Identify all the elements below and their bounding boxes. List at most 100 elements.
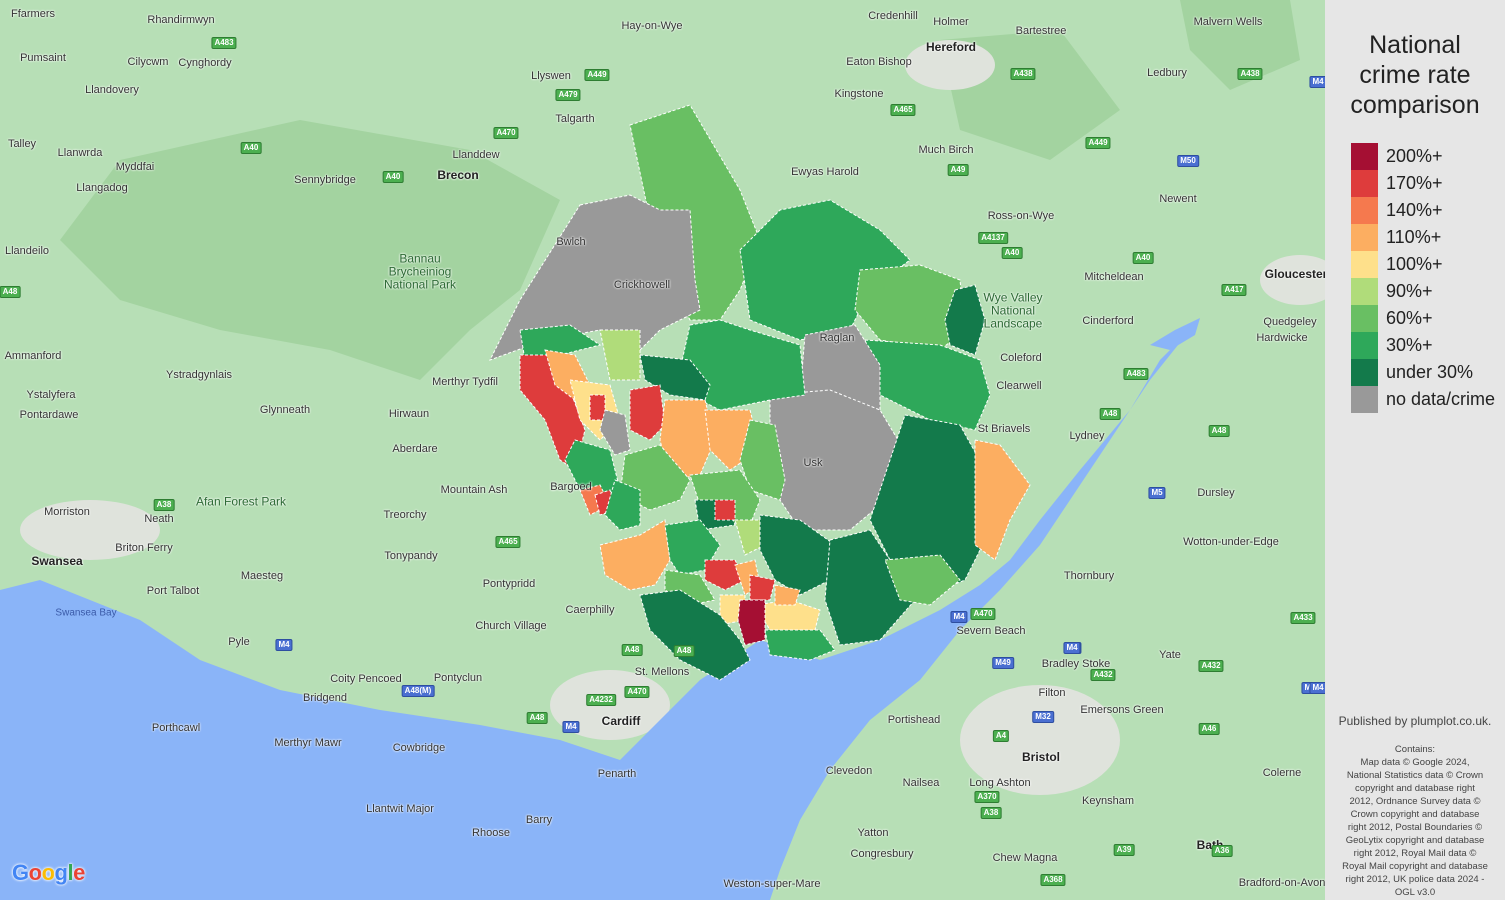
place-label: Usk xyxy=(803,457,823,469)
place-label: Wye Valley National Landscape xyxy=(983,290,1043,331)
place-label: Long Ashton xyxy=(969,777,1031,789)
road-shield: A4232 xyxy=(586,694,616,706)
place-label: Rhoose xyxy=(472,827,510,839)
place-label: Severn Beach xyxy=(956,625,1026,637)
legend-swatch xyxy=(1351,143,1378,170)
road-shield: M4 xyxy=(1063,642,1081,654)
road-shield: M4 xyxy=(562,721,580,733)
attribution-line: GeoLytix copyright and database xyxy=(1345,835,1485,846)
attribution-text: Contains: Map data © Google 2024, National… xyxy=(1330,743,1500,899)
legend-label: 100%+ xyxy=(1386,254,1443,274)
road-shield: A483 xyxy=(211,37,237,49)
place-label: Glynneath xyxy=(259,404,311,416)
road-shield: A449 xyxy=(1085,137,1111,149)
place-label: Weston-super-Mare xyxy=(723,878,821,890)
place-label: Morriston xyxy=(44,506,90,518)
place-label: Malvern Wells xyxy=(1193,16,1263,28)
road-shield: A417 xyxy=(1221,284,1247,296)
basemap[interactable]: Ffarmers Rhandirmwyn Hay-on-Wye Credenhill H… xyxy=(0,0,1325,900)
place-label: Talley xyxy=(7,138,37,150)
place-label: Yate xyxy=(1159,649,1181,661)
road-shield: M49 xyxy=(992,657,1014,669)
place-label: Llanwrda xyxy=(57,147,103,159)
region-170[interactable] xyxy=(589,394,606,421)
published-credit[interactable]: Published by plumplot.co.uk. xyxy=(1325,714,1505,728)
place-label: Bartestree xyxy=(1015,25,1067,37)
legend-item: 60%+ xyxy=(1351,305,1495,332)
road-shield: A465 xyxy=(495,536,521,548)
place-label: Llangadog xyxy=(76,182,128,194)
legend-label: 110%+ xyxy=(1386,227,1442,247)
place-label: Bwlch xyxy=(556,236,586,248)
legend-label: 170%+ xyxy=(1386,173,1443,193)
place-label: St Briavels xyxy=(977,423,1031,435)
road-shield: A438 xyxy=(1237,68,1263,80)
place-label: Clearwell xyxy=(996,380,1042,392)
road-shield: A432 xyxy=(1090,669,1116,681)
google-logo-letter: G xyxy=(12,860,29,885)
place-label: Pontardawe xyxy=(19,409,79,421)
region-170[interactable] xyxy=(714,499,736,521)
place-label: Credenhill xyxy=(868,10,918,22)
place-label: Cilycwm xyxy=(127,56,169,68)
place-label: Pontypridd xyxy=(482,578,536,590)
place-label: Merthyr Tydfil xyxy=(432,376,498,388)
place-label: Clevedon xyxy=(825,765,873,777)
legend-label: 90%+ xyxy=(1386,281,1433,301)
legend-label: 30%+ xyxy=(1386,335,1433,355)
place-label: Ross-on-Wye xyxy=(987,210,1055,222)
place-label: Bargoed xyxy=(550,481,592,493)
road-shield: A46 xyxy=(1198,723,1220,735)
attribution-line: National Statistics data © Crown xyxy=(1346,770,1484,781)
place-label: Hay-on-Wye xyxy=(621,20,683,32)
place-label: Rhandirmwyn xyxy=(147,14,215,26)
road-shield: M4 xyxy=(950,611,968,623)
legend-swatch xyxy=(1351,278,1378,305)
road-shield: M5 xyxy=(1148,487,1166,499)
place-label: Merthyr Mawr xyxy=(274,737,342,749)
place-label: Newent xyxy=(1159,193,1197,205)
region-170[interactable] xyxy=(749,574,776,601)
place-label: Wotton-under-Edge xyxy=(1183,536,1279,548)
legend-swatch xyxy=(1351,305,1378,332)
road-shield: A40 xyxy=(1132,252,1154,264)
place-label: Bradford-on-Avon xyxy=(1238,877,1325,889)
legend-item: 30%+ xyxy=(1351,332,1495,359)
road-shield: A48 xyxy=(0,286,21,298)
legend-title-line: comparison xyxy=(1350,91,1480,119)
place-label: Bridgend xyxy=(302,692,348,704)
place-label: Llandeilo xyxy=(4,245,50,257)
legend-title-line: crime rate xyxy=(1359,61,1471,89)
road-shield: M50 xyxy=(1177,155,1199,167)
road-shield: A40 xyxy=(240,142,262,154)
place-label: Llantwit Major xyxy=(366,803,434,815)
place-label: Cynghordy xyxy=(178,57,232,69)
legend-title-line: National xyxy=(1369,31,1461,59)
google-logo-letter: o xyxy=(28,860,42,885)
legend-item: 200%+ xyxy=(1351,143,1495,170)
place-label: Cowbridge xyxy=(392,742,446,754)
road-shield: A4137 xyxy=(978,232,1008,244)
legend-item: 90%+ xyxy=(1351,278,1495,305)
place-label: Dursley xyxy=(1197,487,1235,499)
road-shield: A470 xyxy=(970,608,996,620)
road-shield: A48 xyxy=(621,644,643,656)
place-label: Ystalyfera xyxy=(26,389,76,401)
road-shield: A40 xyxy=(1001,247,1023,259)
place-label: Porthcawl xyxy=(151,722,201,734)
legend-title: National crime rate comparison xyxy=(1325,30,1505,120)
place-label: Crickhowell xyxy=(613,279,671,291)
legend-label: 140%+ xyxy=(1386,200,1443,220)
place-label: Church Village xyxy=(475,620,547,632)
place-label: Coleford xyxy=(1000,352,1042,364)
legend-list: 200%+ 170%+ 140%+ 110%+ 100%+ 90%+ 60%+ 30%+ und… xyxy=(1351,143,1495,413)
attribution-line: Crown copyright and database xyxy=(1350,809,1480,820)
place-label: Treorchy xyxy=(383,509,427,521)
road-shield: A48 xyxy=(1208,425,1230,437)
place-label: Hirwaun xyxy=(388,408,430,420)
place-label: Colerne xyxy=(1262,767,1302,779)
place-label: Thornbury xyxy=(1063,570,1115,582)
road-shield: A432 xyxy=(1198,660,1224,672)
place-label: Bristol xyxy=(1021,750,1061,764)
google-logo-letter: g xyxy=(54,860,68,885)
